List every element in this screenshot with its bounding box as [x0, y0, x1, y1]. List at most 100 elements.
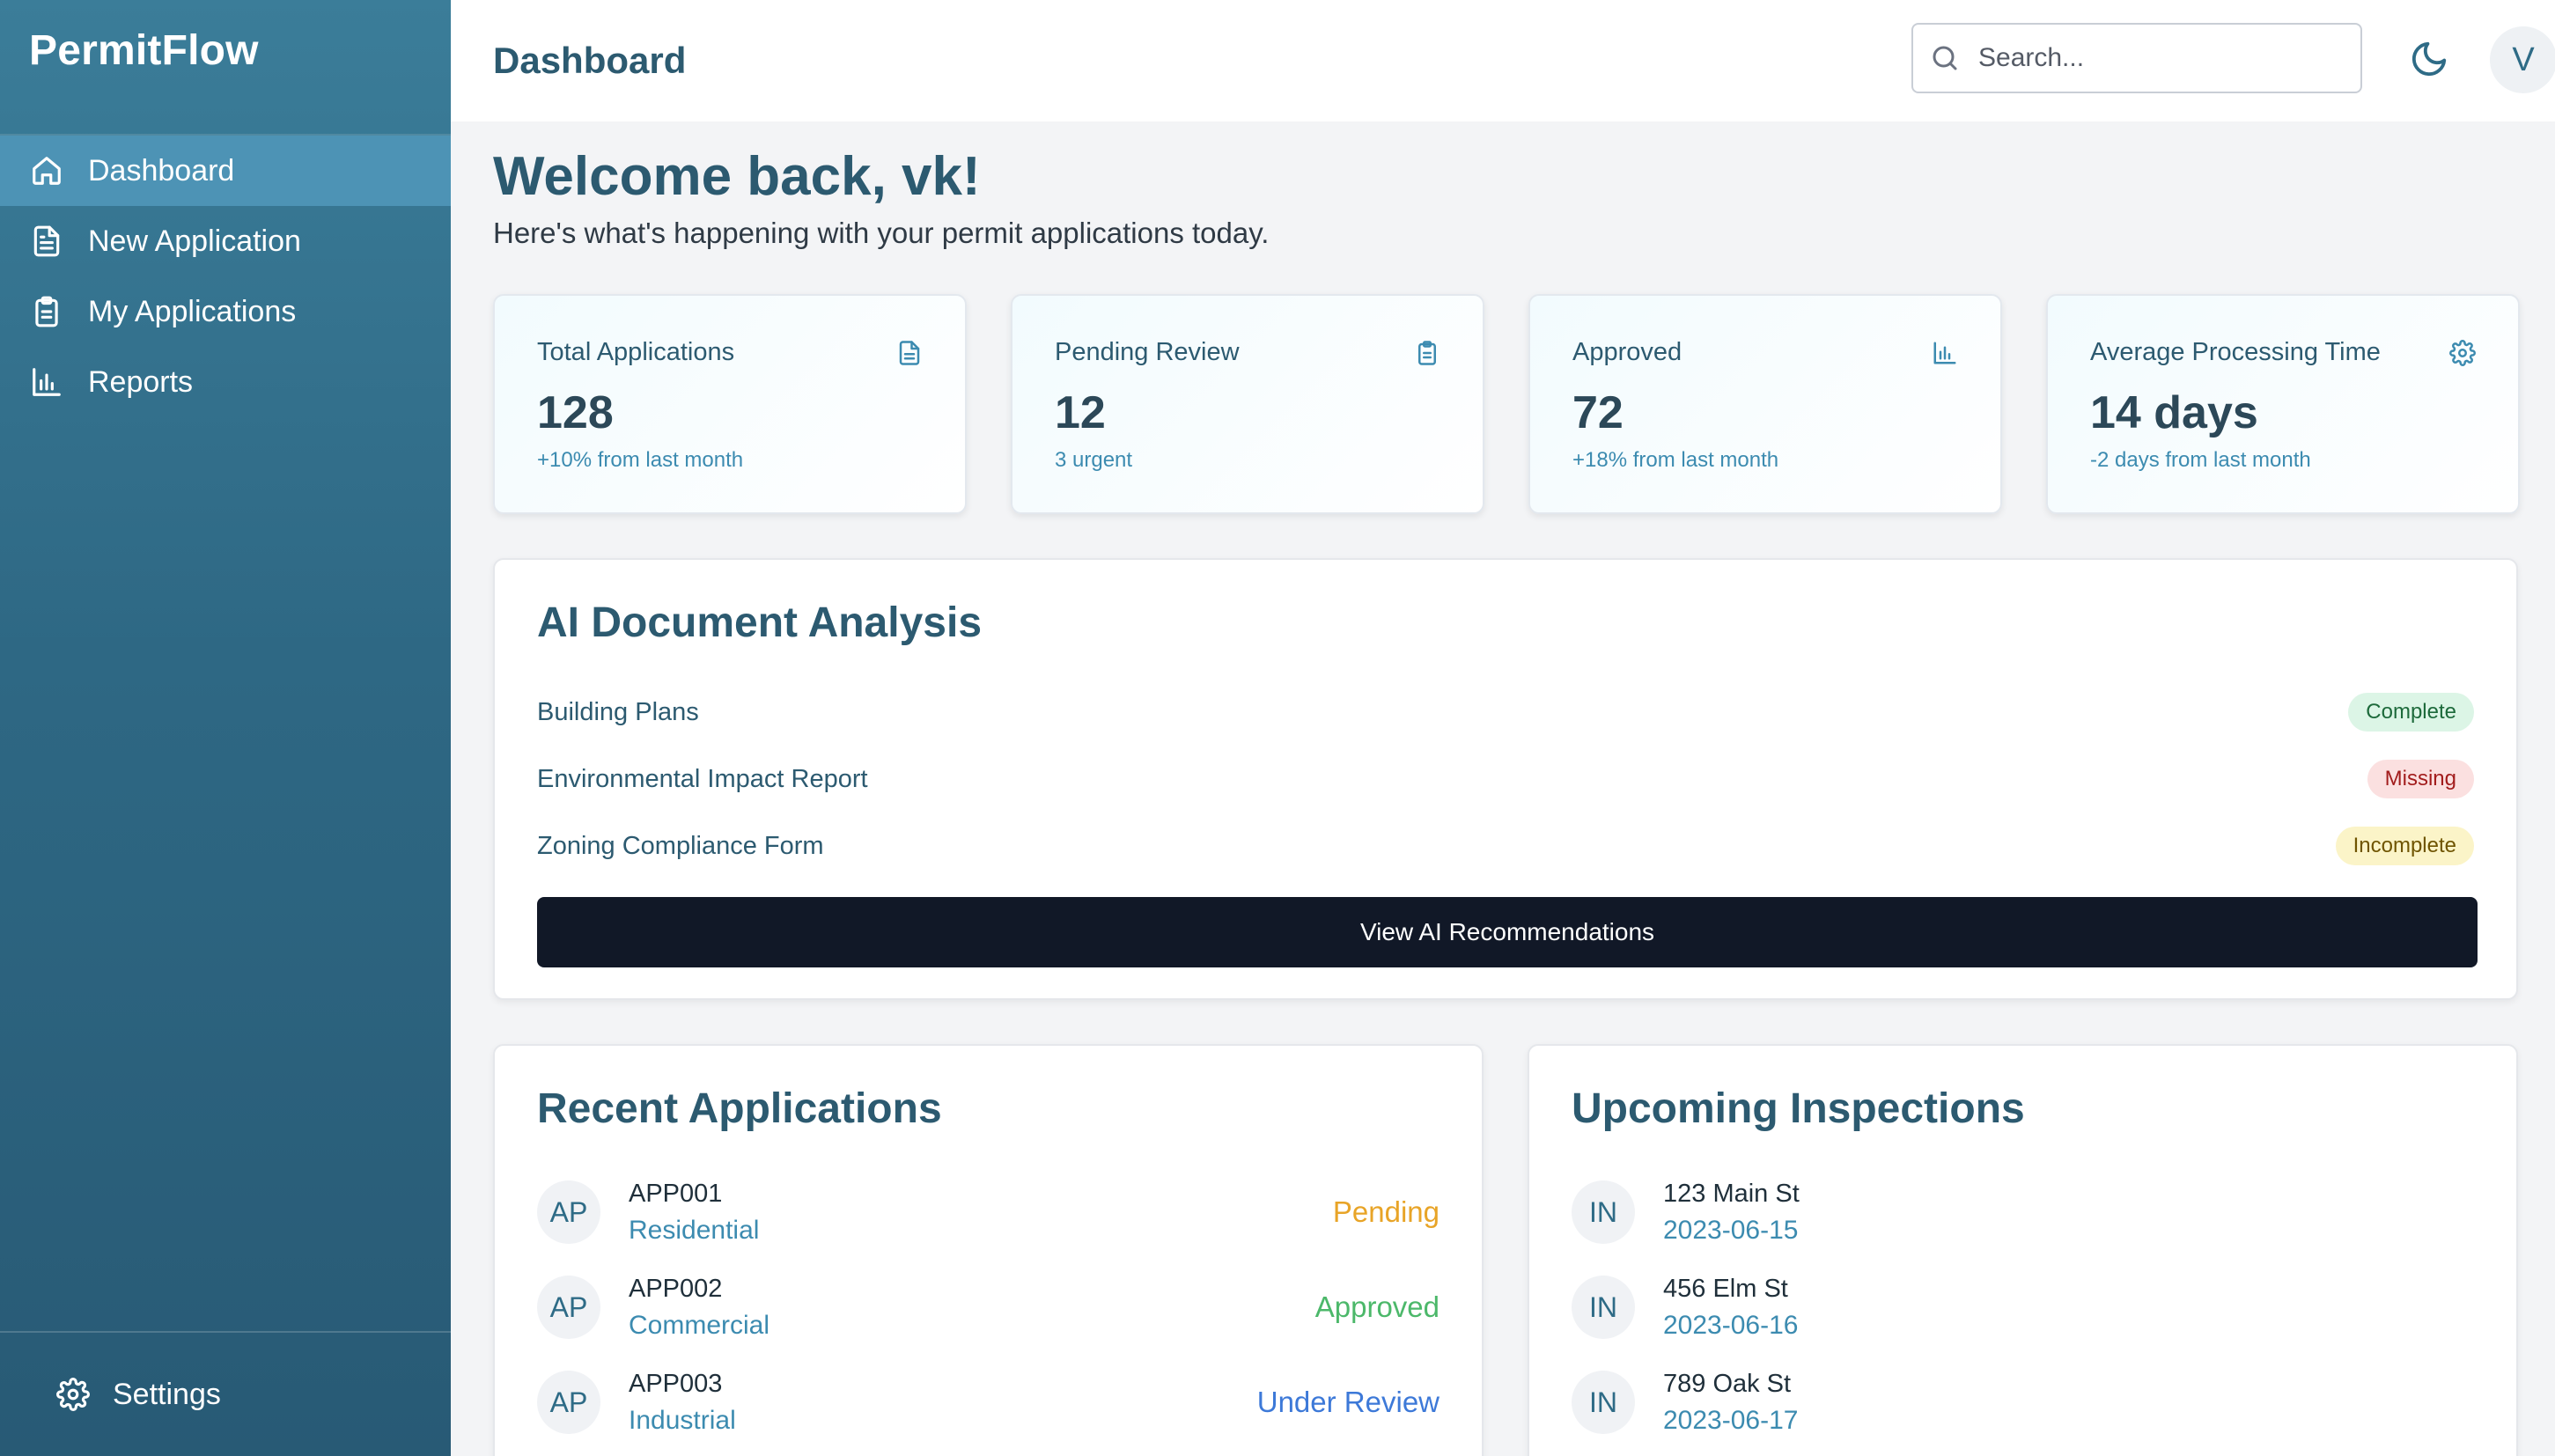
document-row: Zoning Compliance Form Incomplete: [537, 813, 2474, 879]
avatar[interactable]: V: [2490, 26, 2555, 93]
panel-title: Recent Applications: [537, 1085, 942, 1133]
sidebar-item-label: My Applications: [88, 294, 297, 328]
item-text: 456 Elm St 2023-06-16: [1663, 1275, 1798, 1341]
stat-card-avg-processing-time: Average Processing Time 14 days -2 days …: [2046, 294, 2520, 515]
list-item[interactable]: IN 789 Oak St 2023-06-17: [1572, 1355, 2474, 1450]
clipboard-icon: [1418, 341, 1436, 366]
application-type: Industrial: [629, 1405, 736, 1435]
sidebar-item-label: New Application: [88, 224, 301, 258]
upcoming-inspections-panel: Upcoming Inspections IN 123 Main St 2023…: [1528, 1044, 2518, 1456]
item-text: APP001 Residential: [629, 1180, 759, 1246]
bottom-row: Recent Applications AP APP001 Residentia…: [493, 1044, 2555, 1456]
sidebar-item-new-application[interactable]: New Application: [0, 206, 451, 276]
dashboard-content: Welcome back, vk! Here's what's happenin…: [451, 121, 2555, 1456]
application-type: Commercial: [629, 1310, 770, 1340]
application-id: APP001: [629, 1179, 723, 1208]
status-text: Approved: [1314, 1291, 1439, 1324]
avatar: AP: [537, 1276, 600, 1340]
app-root: PermitFlow Dashboard New Application My …: [0, 0, 2555, 1456]
document-list: Building Plans Complete Environmental Im…: [537, 679, 2474, 879]
file-text-icon: [30, 224, 63, 258]
clipboard-icon: [30, 295, 63, 328]
sidebar: PermitFlow Dashboard New Application My …: [0, 0, 451, 1456]
status-badge: Missing: [2367, 760, 2474, 799]
welcome-heading: Welcome back, vk!: [493, 146, 981, 207]
stat-subtext: -2 days from last month: [2090, 448, 2311, 473]
stat-card-pending-review: Pending Review 12 3 urgent: [1011, 294, 1484, 515]
sidebar-item-settings[interactable]: Settings: [0, 1331, 451, 1456]
sidebar-item-my-applications[interactable]: My Applications: [0, 276, 451, 347]
gear-icon: [2449, 340, 2476, 367]
inspection-date: 2023-06-17: [1663, 1405, 1799, 1435]
file-text-icon: [899, 341, 920, 366]
recent-applications-panel: Recent Applications AP APP001 Residentia…: [493, 1044, 1484, 1456]
status-text: Pending: [1332, 1195, 1439, 1229]
document-name: Zoning Compliance Form: [537, 831, 824, 860]
avatar: IN: [1572, 1371, 1635, 1435]
stat-card-total-applications: Total Applications 128 +10% from last mo…: [493, 294, 967, 515]
status-badge: Complete: [2348, 693, 2474, 732]
settings-label: Settings: [113, 1377, 221, 1411]
top-bar: Dashboard V: [451, 0, 2555, 121]
bar-chart-icon: [30, 365, 63, 399]
stat-card-approved: Approved 72 +18% from last month: [1528, 294, 2002, 515]
list-item[interactable]: IN 123 Main St 2023-06-15: [1572, 1165, 2474, 1260]
application-id: APP002: [629, 1274, 723, 1303]
stat-subtext: 3 urgent: [1055, 448, 1133, 473]
stat-subtext: +18% from last month: [1572, 448, 1779, 473]
application-id: APP003: [629, 1369, 723, 1398]
stats-row: Total Applications 128 +10% from last mo…: [493, 294, 2555, 515]
sidebar-item-dashboard[interactable]: Dashboard: [0, 136, 451, 206]
stat-value: 72: [1572, 387, 1624, 439]
avatar: AP: [537, 1371, 600, 1435]
stat-value: 12: [1055, 387, 1106, 439]
search-input[interactable]: [1978, 43, 2330, 73]
item-text: 123 Main St 2023-06-15: [1663, 1180, 1800, 1246]
sidebar-item-label: Reports: [88, 364, 194, 399]
sidebar-nav: Dashboard New Application My Application…: [0, 136, 451, 417]
sidebar-item-label: Dashboard: [88, 153, 235, 188]
panel-title: AI Document Analysis: [537, 599, 983, 647]
application-type: Residential: [629, 1215, 760, 1245]
list-item[interactable]: AP APP002 Commercial Approved: [537, 1260, 1439, 1355]
applications-list: AP APP001 Residential Pending AP APP002: [537, 1165, 1439, 1450]
panel-title: Upcoming Inspections: [1572, 1085, 2025, 1133]
stat-value: 14 days: [2090, 387, 2258, 439]
avatar: IN: [1572, 1180, 1635, 1245]
status-text: Under Review: [1256, 1386, 1439, 1419]
item-text: APP002 Commercial: [629, 1275, 769, 1341]
document-row: Environmental Impact Report Missing: [537, 746, 2474, 813]
list-item[interactable]: IN 456 Elm St 2023-06-16: [1572, 1260, 2474, 1355]
stat-subtext: +10% from last month: [537, 448, 744, 473]
view-ai-recommendations-button[interactable]: View AI Recommendations: [537, 897, 2478, 968]
ai-document-analysis-panel: AI Document Analysis Building Plans Comp…: [493, 558, 2518, 1001]
sidebar-item-reports[interactable]: Reports: [0, 347, 451, 417]
inspection-address: 123 Main St: [1663, 1179, 1800, 1208]
welcome-subtitle: Here's what's happening with your permit…: [493, 217, 1270, 250]
item-text: APP003 Industrial: [629, 1370, 736, 1436]
inspection-address: 789 Oak St: [1663, 1369, 1792, 1398]
moon-icon[interactable]: [2409, 39, 2449, 79]
inspections-list: IN 123 Main St 2023-06-15 IN 456 Elm St …: [1572, 1165, 2474, 1450]
brand-logo[interactable]: PermitFlow: [0, 0, 451, 136]
stat-value: 128: [537, 387, 614, 439]
search-box[interactable]: [1911, 23, 2362, 93]
inspection-date: 2023-06-15: [1663, 1215, 1799, 1245]
avatar: IN: [1572, 1276, 1635, 1340]
search-icon: [1933, 46, 1957, 70]
inspection-date: 2023-06-16: [1663, 1310, 1799, 1340]
list-item[interactable]: AP APP001 Residential Pending: [537, 1165, 1439, 1260]
document-row: Building Plans Complete: [537, 679, 2474, 746]
item-text: 789 Oak St 2023-06-17: [1663, 1370, 1798, 1436]
list-item[interactable]: AP APP003 Industrial Under Review: [537, 1355, 1439, 1450]
status-badge: Incomplete: [2335, 827, 2474, 866]
page-title: Dashboard: [493, 40, 687, 81]
home-icon: [30, 154, 63, 188]
bar-chart-icon: [1933, 342, 1956, 364]
main-content: Dashboard V Welcome back, vk! Here's wha…: [451, 0, 2555, 1456]
document-name: Environmental Impact Report: [537, 764, 868, 793]
inspection-address: 456 Elm St: [1663, 1274, 1788, 1303]
avatar: AP: [537, 1180, 600, 1245]
document-name: Building Plans: [537, 697, 699, 726]
gear-icon: [56, 1378, 90, 1411]
